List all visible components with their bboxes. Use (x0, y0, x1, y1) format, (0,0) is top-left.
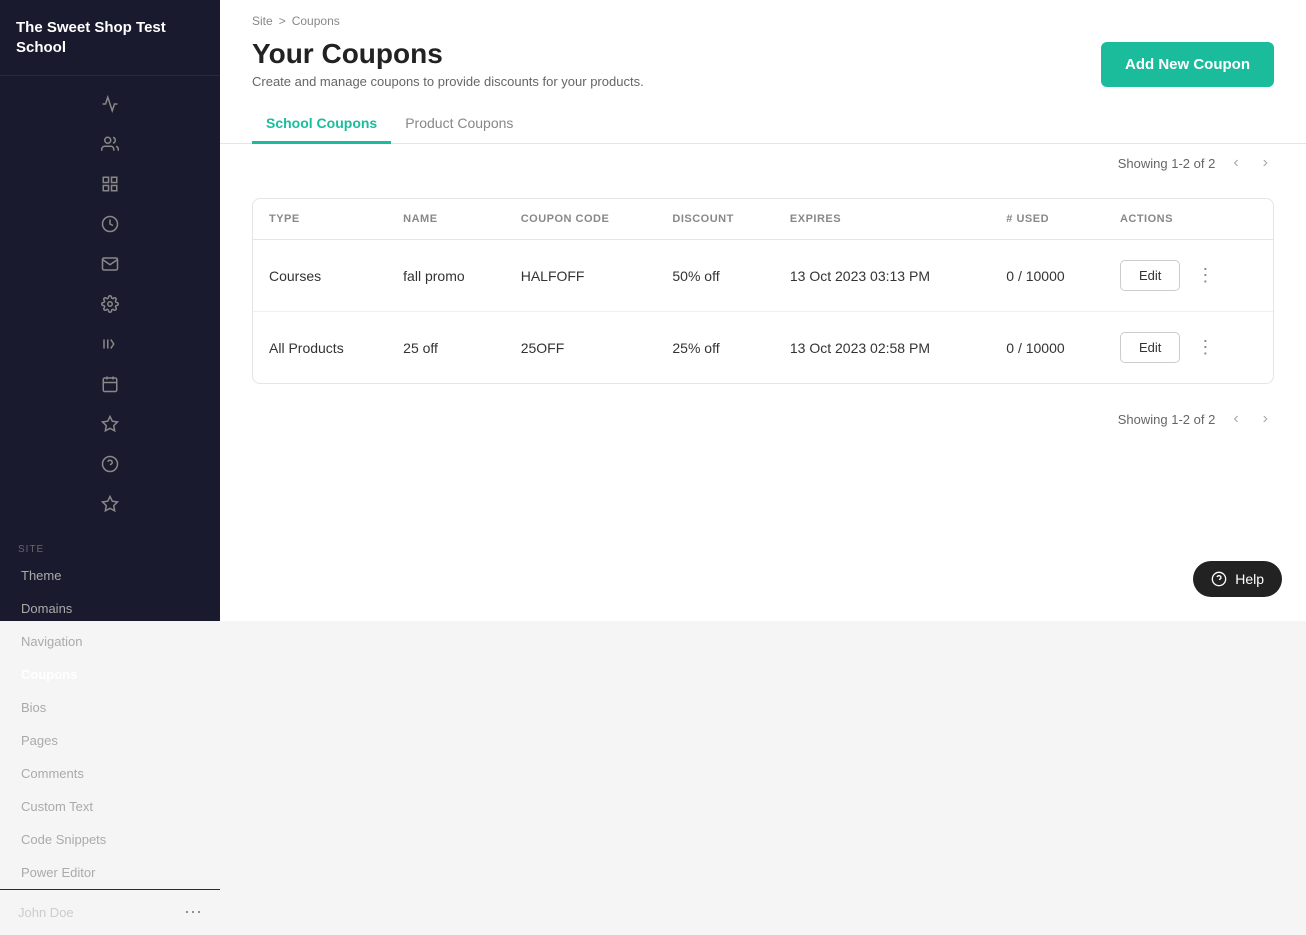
row2-more-button[interactable]: ⋮ (1188, 333, 1222, 362)
row1-actions: Edit ⋮ (1104, 240, 1273, 312)
row1-type: Courses (253, 240, 387, 312)
row1-name: fall promo (387, 240, 505, 312)
col-name: NAME (387, 199, 505, 240)
row2-expires: 13 Oct 2023 02:58 PM (774, 312, 990, 384)
analytics-icon[interactable] (90, 86, 130, 122)
pagination-showing-top: Showing 1-2 of 2 (1118, 156, 1216, 171)
breadcrumb-current: Coupons (292, 14, 340, 28)
sidebar-item-domains-label: Domains (21, 601, 72, 616)
breadcrumb-site[interactable]: Site (252, 14, 273, 28)
row2-actions: Edit ⋮ (1104, 312, 1273, 384)
prev-page-button-top[interactable]: ‹ (1227, 152, 1244, 174)
library-icon[interactable] (90, 326, 130, 362)
page-title-block: Your Coupons Create and manage coupons t… (252, 38, 644, 89)
sidebar-bottom: John Doe ⋯ (0, 889, 220, 935)
sidebar-item-custom-text-label: Custom Text (21, 799, 93, 814)
page-subtitle: Create and manage coupons to provide dis… (252, 74, 644, 89)
row1-expires: 13 Oct 2023 03:13 PM (774, 240, 990, 312)
badge-icon[interactable] (90, 486, 130, 522)
sidebar-item-theme[interactable]: Theme (0, 559, 220, 592)
row1-edit-button[interactable]: Edit (1120, 260, 1180, 291)
settings-icon[interactable] (90, 286, 130, 322)
sidebar-item-navigation[interactable]: Navigation (0, 625, 220, 658)
row1-used: 0 / 10000 (990, 240, 1104, 312)
sidebar-item-comments[interactable]: Comments (0, 757, 220, 790)
col-type: TYPE (253, 199, 387, 240)
prev-page-button-bottom[interactable]: ‹ (1227, 408, 1244, 430)
revenue-icon[interactable] (90, 206, 130, 242)
help-label: Help (1235, 571, 1264, 587)
calendar-icon[interactable] (90, 366, 130, 402)
sidebar-item-domains[interactable]: Domains (0, 592, 220, 625)
pagination-top: Showing 1-2 of 2 ‹ › (220, 144, 1306, 182)
row1-more-button[interactable]: ⋮ (1188, 261, 1222, 290)
mail-icon[interactable] (90, 246, 130, 282)
next-page-button-top[interactable]: › (1257, 152, 1274, 174)
col-discount: DISCOUNT (656, 199, 774, 240)
users-icon[interactable] (90, 126, 130, 162)
sidebar-item-bios-label: Bios (21, 700, 46, 715)
coupons-table: TYPE NAME COUPON CODE DISCOUNT EXPIRES #… (253, 199, 1273, 383)
dashboard-icon[interactable] (90, 166, 130, 202)
sidebar-item-pages-label: Pages (21, 733, 58, 748)
sidebar-item-code-snippets-label: Code Snippets (21, 832, 106, 847)
site-section-label: SITE (0, 532, 220, 559)
sidebar-item-navigation-label: Navigation (21, 634, 82, 649)
row2-name: 25 off (387, 312, 505, 384)
col-coupon-code: COUPON CODE (505, 199, 657, 240)
sidebar-item-coupons[interactable]: Coupons (0, 658, 220, 691)
row1-actions-cell: Edit ⋮ (1120, 260, 1257, 291)
sidebar-item-custom-text[interactable]: Custom Text (0, 790, 220, 823)
breadcrumb-separator: > (279, 14, 286, 28)
tab-product-coupons[interactable]: Product Coupons (391, 105, 527, 144)
integrations-icon[interactable] (90, 406, 130, 442)
main-content: Site > Coupons Your Coupons Create and m… (220, 0, 1306, 621)
row2-actions-cell: Edit ⋮ (1120, 332, 1257, 363)
coupons-table-container: TYPE NAME COUPON CODE DISCOUNT EXPIRES #… (252, 198, 1274, 384)
page-title: Your Coupons (252, 38, 644, 70)
row2-edit-button[interactable]: Edit (1120, 332, 1180, 363)
row1-discount: 50% off (656, 240, 774, 312)
page-header: Your Coupons Create and manage coupons t… (220, 28, 1306, 105)
col-expires: EXPIRES (774, 199, 990, 240)
tabs: School Coupons Product Coupons (220, 105, 1306, 144)
row2-type: All Products (253, 312, 387, 384)
help-button[interactable]: Help (1193, 561, 1282, 597)
table-header-row: TYPE NAME COUPON CODE DISCOUNT EXPIRES #… (253, 199, 1273, 240)
icon-rail (0, 76, 220, 532)
col-actions: ACTIONS (1104, 199, 1273, 240)
add-new-coupon-button[interactable]: Add New Coupon (1101, 42, 1274, 87)
sidebar-item-power-editor[interactable]: Power Editor (0, 856, 220, 889)
breadcrumb: Site > Coupons (220, 0, 1306, 28)
tab-school-coupons[interactable]: School Coupons (252, 105, 391, 144)
user-menu-button[interactable]: ⋯ (184, 902, 202, 923)
sidebar-logo: The Sweet Shop Test School (0, 0, 220, 76)
col-used: # USED (990, 199, 1104, 240)
sidebar-item-code-snippets[interactable]: Code Snippets (0, 823, 220, 856)
sidebar-item-comments-label: Comments (21, 766, 84, 781)
user-name: John Doe (18, 905, 74, 920)
help-circle-icon[interactable] (90, 446, 130, 482)
sidebar-item-power-editor-label: Power Editor (21, 865, 95, 880)
help-icon (1211, 571, 1227, 587)
next-page-button-bottom[interactable]: › (1257, 408, 1274, 430)
pagination-bottom: Showing 1-2 of 2 ‹ › (220, 400, 1306, 446)
table-row: All Products 25 off 25OFF 25% off 13 Oct… (253, 312, 1273, 384)
sidebar: The Sweet Shop Test School (0, 0, 220, 621)
row2-used: 0 / 10000 (990, 312, 1104, 384)
sidebar-item-bios[interactable]: Bios (0, 691, 220, 724)
row1-coupon-code: HALFOFF (505, 240, 657, 312)
sidebar-item-theme-label: Theme (21, 568, 61, 583)
row2-discount: 25% off (656, 312, 774, 384)
table-row: Courses fall promo HALFOFF 50% off 13 Oc… (253, 240, 1273, 312)
sidebar-item-pages[interactable]: Pages (0, 724, 220, 757)
pagination-showing-bottom: Showing 1-2 of 2 (1118, 412, 1216, 427)
sidebar-item-coupons-label: Coupons (21, 667, 77, 682)
row2-coupon-code: 25OFF (505, 312, 657, 384)
